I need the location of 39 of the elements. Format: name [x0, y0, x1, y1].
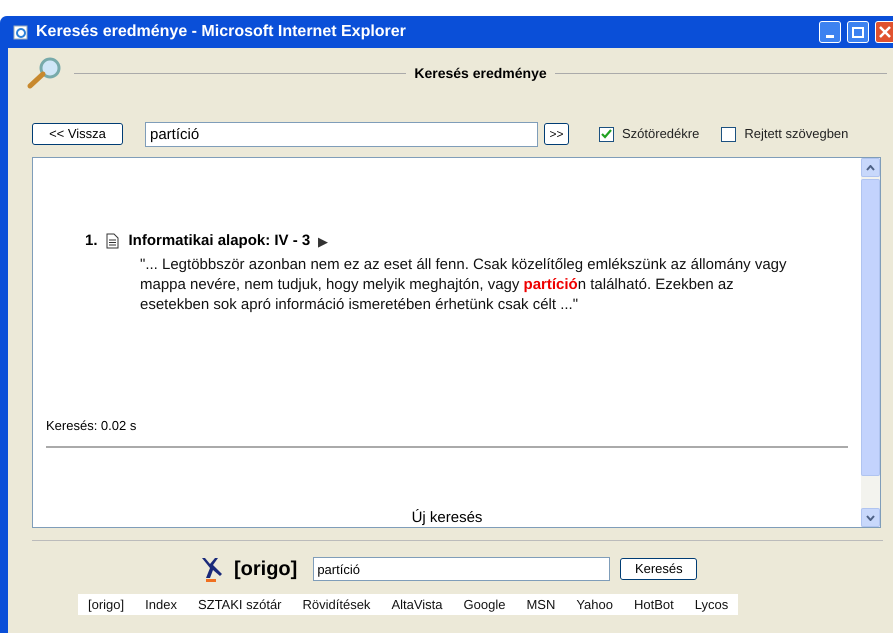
maximize-icon: [852, 26, 864, 38]
search-engine-link[interactable]: Index: [145, 594, 177, 614]
scrollbar[interactable]: [861, 158, 880, 527]
close-icon: [879, 26, 891, 38]
minimize-button[interactable]: [819, 21, 841, 43]
search-engine-link[interactable]: AltaVista: [391, 594, 443, 614]
document-icon: [106, 233, 119, 250]
page-heading: Keresés eredménye: [414, 64, 547, 83]
origo-search-field[interactable]: partíció: [313, 557, 610, 581]
window-title: Keresés eredménye - Microsoft Internet Explorer: [36, 22, 407, 42]
next-button[interactable]: >>: [544, 123, 569, 145]
search-engine-link[interactable]: HotBot: [634, 594, 674, 614]
checkbox[interactable]: [721, 126, 736, 142]
minimize-icon: [826, 35, 834, 38]
search-engine-link[interactable]: Google: [464, 594, 506, 614]
search-engine-link[interactable]: Lycos: [694, 594, 728, 614]
close-button[interactable]: [875, 21, 893, 43]
new-search-link[interactable]: Új keresés: [412, 509, 482, 527]
search-engine-link[interactable]: [origo]: [88, 594, 124, 614]
scroll-down-icon: [866, 514, 875, 520]
search-engine-link[interactable]: SZTAKI szótár: [198, 594, 282, 614]
checkbox[interactable]: [599, 126, 614, 142]
scroll-up-icon: [866, 164, 875, 170]
checkbox-label: Szótöredékre: [622, 125, 700, 144]
search-time: Keresés: 0.02 s: [46, 417, 138, 435]
maximize-button[interactable]: [847, 21, 869, 43]
result-snippet: "... Legtöbbször azonban nem ez az eset áll fenn. Csak közelítőleg emlékszünk az állomány vagy mappa nevére, nem tudjuk, hogy melyik meghajtón, vagy partíción található. Ezekben az esetekben sok apró információ ismeretében érhetünk csak célt ...": [140, 254, 788, 314]
search-engine-link[interactable]: Rövidítések: [302, 594, 370, 614]
checkbox-label: Rejtett szövegben: [744, 125, 848, 144]
search-field[interactable]: partíció: [145, 122, 538, 146]
browser-icon: [12, 23, 30, 41]
search-button[interactable]: Keresés: [620, 558, 698, 580]
back-button[interactable]: << Vissza: [32, 123, 123, 145]
play-arrow-icon[interactable]: ▶: [318, 232, 328, 251]
result-number: 1.: [85, 231, 98, 251]
search-engine-link[interactable]: Yahoo: [576, 594, 613, 614]
result-title[interactable]: Informatikai alapok: IV - 3: [128, 230, 310, 252]
origo-logo: [origo]: [234, 557, 298, 582]
search-engine-link[interactable]: MSN: [526, 594, 556, 614]
